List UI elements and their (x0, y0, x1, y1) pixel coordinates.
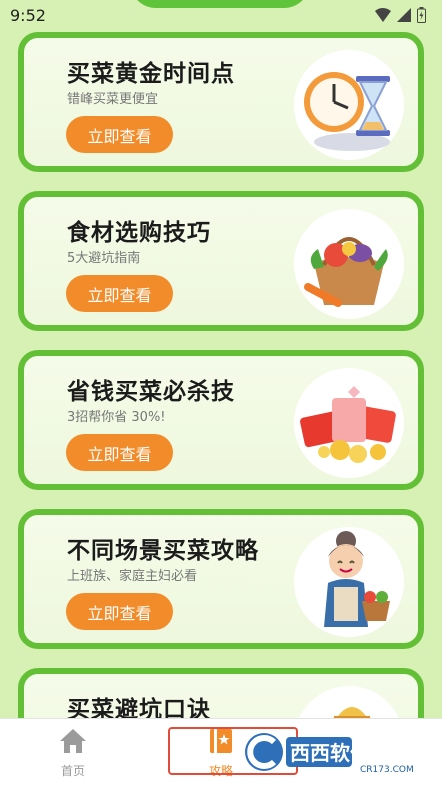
hourglass-clock-icon (294, 50, 404, 160)
watermark-url: CR173.COM (360, 765, 414, 775)
strategy-card-save-money[interactable]: 省钱买菜必杀技 3招帮你省 30%! 立即查看 (18, 350, 424, 490)
status-time: 9:52 (10, 5, 46, 25)
home-icon (60, 729, 86, 753)
battery-icon (417, 7, 426, 23)
wifi-icon (375, 8, 391, 22)
straw-hat-icon (294, 686, 404, 718)
vegetable-basket-icon (294, 209, 404, 319)
strategy-card-scenarios[interactable]: 不同场景买菜攻略 上班族、家庭主妇必看 立即查看 (18, 509, 424, 649)
view-now-button[interactable]: 立即查看 (66, 434, 173, 471)
watermark-text: 西西软件园 (290, 741, 390, 765)
watermark: 西西软件园 CR173.COM (240, 728, 430, 776)
card-title: 买菜黄金时间点 (67, 61, 235, 87)
strategy-list[interactable]: 买菜黄金时间点 错峰买菜更便宜 立即查看 食材选购技巧 5大避坑指南 立即查看 (0, 30, 442, 718)
view-now-button[interactable]: 立即查看 (66, 593, 173, 630)
nav-item-home[interactable]: 首页 (43, 727, 103, 779)
grandma-basket-icon (294, 527, 404, 637)
status-bar: 9:52 (0, 0, 442, 30)
strategy-card-avoid-pitfalls[interactable]: 买菜避坑口诀 (18, 668, 424, 718)
card-title: 食材选购技巧 (67, 220, 211, 246)
red-envelope-coins-icon (294, 368, 404, 478)
view-now-button[interactable]: 立即查看 (66, 116, 173, 153)
cell-signal-icon (397, 8, 411, 22)
nav-label: 首页 (60, 764, 85, 778)
card-subtitle: 上班族、家庭主妇必看 (67, 569, 198, 584)
card-subtitle: 错峰买菜更便宜 (67, 92, 159, 107)
card-subtitle: 3招帮你省 30%! (67, 410, 166, 425)
card-title: 不同场景买菜攻略 (67, 538, 259, 564)
card-title: 买菜避坑口诀 (67, 697, 211, 718)
card-subtitle: 5大避坑指南 (67, 251, 141, 266)
status-icons (375, 7, 426, 23)
card-title: 省钱买菜必杀技 (67, 379, 235, 405)
strategy-card-golden-time[interactable]: 买菜黄金时间点 错峰买菜更便宜 立即查看 (18, 32, 424, 172)
view-now-button[interactable]: 立即查看 (66, 275, 173, 312)
strategy-card-selection-tips[interactable]: 食材选购技巧 5大避坑指南 立即查看 (18, 191, 424, 331)
